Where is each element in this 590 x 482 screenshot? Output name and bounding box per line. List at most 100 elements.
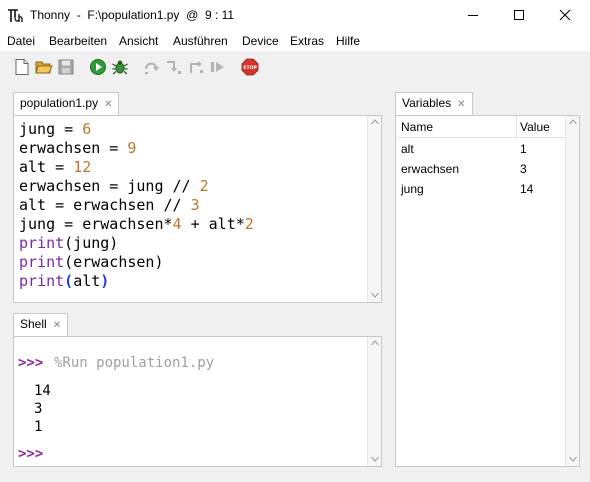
close-button[interactable] — [542, 0, 588, 31]
menu-bar: Datei Bearbeiten Ansicht Ausführen Devic… — [0, 31, 590, 51]
open-file-icon[interactable] — [35, 58, 53, 76]
variables-scrollbar[interactable] — [565, 116, 579, 466]
number-literal: 2 — [199, 177, 209, 195]
new-file-icon[interactable] — [13, 58, 31, 76]
variable-name[interactable]: alt — [401, 139, 414, 159]
variable-value[interactable]: 3 — [520, 159, 527, 179]
save-icon[interactable] — [57, 58, 75, 76]
menu-extras[interactable]: Extras — [290, 34, 324, 48]
editor-tabbar: population1.py ✕ — [13, 92, 382, 115]
column-header-value[interactable]: Value — [520, 116, 550, 138]
shell-output-line: 14 — [34, 383, 51, 399]
variable-value[interactable]: 1 — [520, 139, 527, 159]
number-literal: 9 — [127, 139, 137, 157]
variable-name[interactable]: jung — [401, 179, 424, 199]
code-token: ( — [64, 272, 74, 290]
menu-bearbeiten[interactable]: Bearbeiten — [49, 34, 107, 48]
variables-tabbar: Variables ✕ — [395, 92, 580, 115]
stop-icon[interactable]: STOP — [241, 58, 259, 76]
shell-tabbar: Shell ✕ — [13, 313, 382, 336]
builtin-name: print — [19, 234, 65, 252]
builtin-name: print — [19, 253, 65, 271]
code-editor[interactable]: jung = 6 erwachsen = 9 alt = 12 erwachsen =… — [13, 115, 382, 303]
code-token: alt = — [19, 158, 74, 176]
shell-prompt: >>> — [18, 355, 44, 371]
editor-tab-label: population1.py — [20, 96, 99, 110]
number-literal: 12 — [73, 158, 92, 176]
code-token: erwachsen = — [19, 139, 128, 157]
number-literal: 6 — [82, 120, 92, 138]
scroll-down-icon[interactable] — [569, 456, 577, 462]
step-over-icon[interactable] — [143, 58, 161, 76]
editor-scrollbar[interactable] — [367, 116, 381, 302]
builtin-name: print — [19, 272, 65, 290]
variables-tab-label: Variables — [402, 96, 452, 110]
step-out-icon[interactable] — [187, 58, 205, 76]
shell-tab-label: Shell — [20, 317, 47, 331]
number-literal: 3 — [190, 196, 200, 214]
code-token: ) — [100, 272, 110, 290]
code-line[interactable]: erwachsen = jung // 2 — [19, 177, 254, 196]
code-line[interactable]: erwachsen = 9 — [19, 139, 254, 158]
close-tab-icon[interactable]: ✕ — [104, 99, 112, 110]
code-token: jung = erwachsen* — [19, 215, 173, 233]
scroll-down-icon[interactable] — [371, 292, 379, 298]
variables-panel: Name Value alt 1 erwachsen 3 jung 14 — [395, 115, 580, 467]
thonny-logo-icon — [8, 9, 23, 22]
close-icon — [559, 9, 571, 21]
code-line[interactable]: print(erwachsen) — [19, 253, 254, 272]
code-token: alt = erwachsen // — [19, 196, 191, 214]
code-token: alt — [73, 272, 101, 290]
shell-scrollbar[interactable] — [367, 337, 381, 466]
menu-datei[interactable]: Datei — [7, 34, 35, 48]
maximize-icon — [514, 10, 524, 20]
shell-panel[interactable]: >>> %Run population1.py 14 3 1 >>> — [13, 336, 382, 467]
code-line[interactable]: print(alt) — [19, 272, 254, 291]
code-token: jung = — [19, 120, 83, 138]
code-line[interactable]: alt = erwachsen // 3 — [19, 196, 254, 215]
code-line[interactable]: alt = 12 — [19, 158, 254, 177]
column-header-name[interactable]: Name — [401, 116, 433, 138]
debug-icon[interactable] — [111, 58, 129, 76]
resume-icon[interactable] — [209, 58, 227, 76]
menu-ausfuehren[interactable]: Ausführen — [173, 34, 228, 48]
code-token: + alt* — [181, 215, 245, 233]
shell-input-prompt[interactable]: >>> — [18, 446, 43, 462]
menu-device[interactable]: Device — [242, 34, 279, 48]
scroll-down-icon[interactable] — [371, 456, 379, 462]
column-divider — [516, 116, 517, 138]
minimize-icon — [468, 15, 478, 16]
svg-text:STOP: STOP — [243, 65, 257, 71]
scroll-up-icon[interactable] — [371, 340, 379, 346]
code-token: (erwachsen) — [64, 253, 164, 271]
code-lines: jung = 6 erwachsen = 9 alt = 12 erwachsen =… — [19, 120, 254, 291]
menu-hilfe[interactable]: Hilfe — [336, 34, 360, 48]
code-line[interactable]: jung = 6 — [19, 120, 254, 139]
menu-ansicht[interactable]: Ansicht — [119, 34, 158, 48]
variable-name[interactable]: erwachsen — [401, 159, 459, 179]
toolbar: STOP — [0, 51, 590, 83]
tab-variables[interactable]: Variables ✕ — [395, 92, 473, 115]
scroll-up-icon[interactable] — [371, 119, 379, 125]
close-tab-icon[interactable]: ✕ — [53, 320, 61, 331]
run-icon[interactable] — [89, 58, 107, 76]
variable-value[interactable]: 14 — [520, 179, 533, 199]
maximize-button[interactable] — [496, 0, 542, 31]
number-literal: 4 — [172, 215, 182, 233]
shell-output-line: 1 — [34, 419, 43, 435]
code-line[interactable]: print(jung) — [19, 234, 254, 253]
step-into-icon[interactable] — [165, 58, 183, 76]
tab-population1[interactable]: population1.py ✕ — [13, 92, 120, 115]
number-literal: 2 — [244, 215, 254, 233]
code-token: (jung) — [64, 234, 119, 252]
window-title: Thonny - F:\population1.py @ 9 : 11 — [30, 8, 235, 22]
tab-shell[interactable]: Shell ✕ — [13, 313, 69, 336]
code-line[interactable]: jung = erwachsen*4 + alt*2 — [19, 215, 254, 234]
code-token: erwachsen = jung // — [19, 177, 200, 195]
close-tab-icon[interactable]: ✕ — [457, 99, 465, 110]
shell-run-command: %Run population1.py — [54, 355, 215, 371]
shell-output-line: 3 — [34, 401, 43, 417]
scroll-up-icon[interactable] — [569, 119, 577, 125]
minimize-button[interactable] — [450, 0, 496, 31]
title-bar: Thonny - F:\population1.py @ 9 : 11 — [0, 0, 590, 31]
